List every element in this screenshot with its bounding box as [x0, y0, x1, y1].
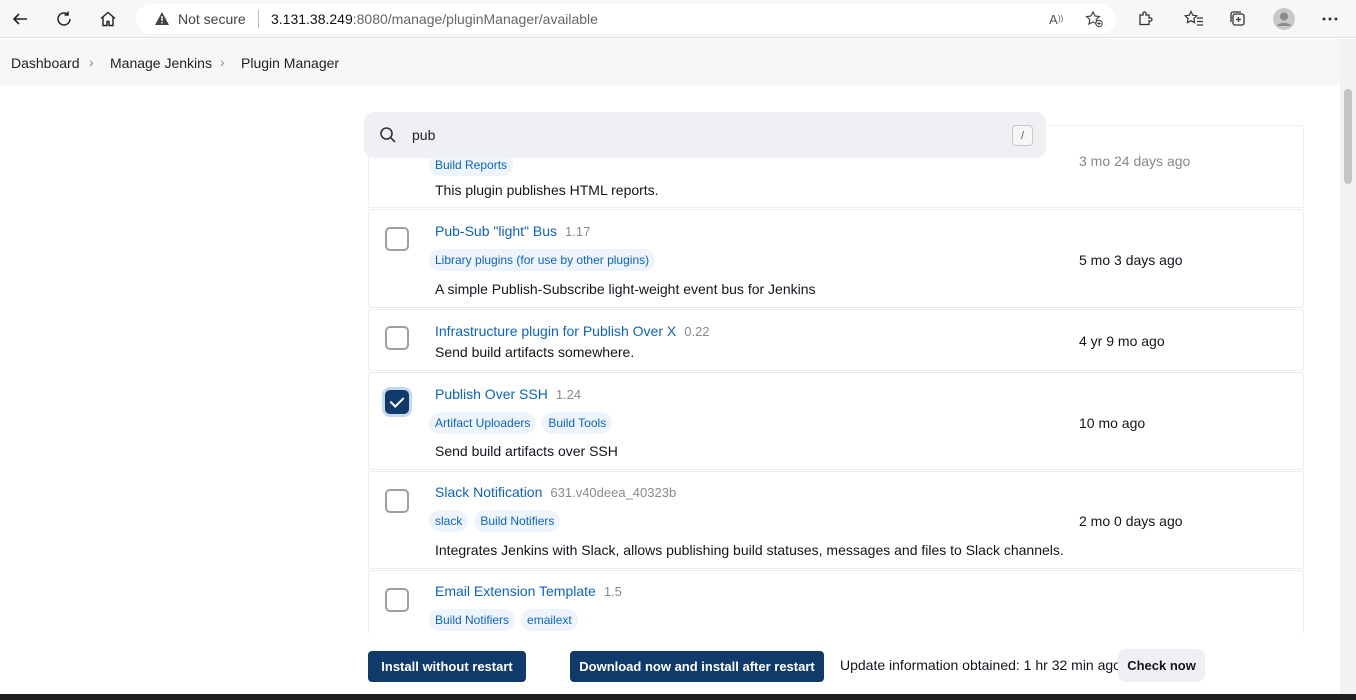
plugin-row: Email Extension Template 1.5 Build Notifi…: [368, 570, 1304, 633]
plugin-row: Slack Notification 631.v40deea_40323b sla…: [368, 471, 1304, 569]
breadcrumb-dashboard[interactable]: Dashboard: [11, 55, 80, 71]
plugin-description: Send build artifacts over SSH: [435, 443, 618, 459]
plugin-install-checkbox-checked[interactable]: [385, 390, 409, 414]
plugin-release-date: 2 mo 0 days ago: [1079, 513, 1183, 529]
plugin-name-link[interactable]: Slack Notification 631.v40deea_40323b: [435, 484, 676, 500]
plugin-name-link[interactable]: Infrastructure plugin for Publish Over X…: [435, 323, 710, 339]
breadcrumb-chevron-icon: ›: [89, 54, 94, 70]
plugin-release-date: 5 mo 3 days ago: [1079, 252, 1183, 268]
url-path: :8080/manage/pluginManager/available: [352, 11, 598, 27]
search-icon: [379, 126, 397, 149]
plugin-tags: slack Build Notifiers: [429, 510, 561, 532]
security-label[interactable]: Not secure: [178, 11, 246, 27]
plugin-version: 1.5: [603, 584, 622, 599]
plugin-name: Pub-Sub "light" Bus: [435, 223, 558, 239]
collections-icon[interactable]: [1224, 5, 1252, 33]
url-host: 3.131.38.249: [271, 11, 353, 27]
plugin-tag[interactable]: Artifact Uploaders: [429, 412, 537, 434]
plugin-version: 1.17: [565, 224, 591, 239]
plugin-name: Publish Over SSH: [435, 386, 548, 402]
breadcrumb-chevron-icon: ›: [220, 54, 225, 70]
plugin-name-link[interactable]: Publish Over SSH 1.24: [435, 386, 581, 402]
svg-text:A: A: [1049, 12, 1058, 27]
home-icon[interactable]: [94, 5, 122, 33]
back-icon[interactable]: [6, 5, 34, 33]
plugin-name-link[interactable]: Email Extension Template 1.5: [435, 583, 622, 599]
plugin-version: 0.22: [684, 324, 710, 339]
plugin-row: Infrastructure plugin for Publish Over X…: [368, 309, 1304, 371]
plugin-tag[interactable]: Build Notifiers: [474, 510, 561, 532]
plugin-tag[interactable]: Build Tools: [542, 412, 613, 434]
plugin-release-date: 10 mo ago: [1079, 415, 1146, 431]
url-text[interactable]: 3.131.38.249:8080/manage/pluginManager/a…: [271, 11, 598, 27]
plugin-tag[interactable]: Build Notifiers: [429, 609, 516, 631]
plugin-install-checkbox[interactable]: [385, 326, 409, 350]
plugin-version: 631.v40deea_40323b: [550, 485, 677, 500]
extensions-icon[interactable]: [1131, 5, 1159, 33]
check-now-button[interactable]: Check now: [1118, 649, 1205, 682]
plugin-tags: Artifact Uploaders Build Tools: [429, 412, 613, 434]
plugin-name: Slack Notification: [435, 484, 543, 500]
profile-avatar-icon[interactable]: [1270, 5, 1298, 33]
plugin-release-date: 4 yr 9 mo ago: [1079, 333, 1165, 349]
plugin-install-checkbox[interactable]: [385, 489, 409, 513]
plugin-install-checkbox[interactable]: [385, 588, 409, 612]
add-favorite-icon[interactable]: [1084, 9, 1104, 29]
plugin-name: Infrastructure plugin for Publish Over X: [435, 323, 677, 339]
plugin-tags: Library plugins (for use by other plugin…: [429, 249, 656, 271]
plugin-tags: Build Notifiers emailext: [429, 609, 578, 631]
plugin-tag[interactable]: slack: [429, 510, 469, 532]
refresh-icon[interactable]: [50, 5, 78, 33]
breadcrumb: Dashboard › Manage Jenkins › Plugin Mana…: [0, 39, 1340, 85]
plugin-description: This plugin publishes HTML reports.: [435, 182, 659, 198]
search-input[interactable]: pub: [412, 127, 435, 143]
plugin-row: Pub-Sub "light" Bus 1.17 Library plugins …: [368, 209, 1304, 308]
warning-icon: [154, 11, 170, 31]
plugin-description: Send build artifacts somewhere.: [435, 344, 635, 360]
plugin-name-link[interactable]: Pub-Sub "light" Bus 1.17: [435, 223, 590, 239]
update-info-text: Update information obtained: 1 hr 32 min…: [840, 657, 1121, 673]
plugin-release-date: 3 mo 24 days ago: [1079, 153, 1191, 169]
download-install-after-restart-button[interactable]: Download now and install after restart: [570, 651, 824, 682]
plugin-install-checkbox[interactable]: [385, 227, 409, 251]
plugin-row: Publish Over SSH 1.24 Artifact Uploaders …: [368, 372, 1304, 470]
plugin-action-bar: Install without restart Download now and…: [0, 633, 1340, 694]
read-aloud-icon[interactable]: A)): [1048, 9, 1068, 29]
plugin-description: A simple Publish-Subscribe light-weight …: [435, 281, 816, 297]
breadcrumb-plugin-manager[interactable]: Plugin Manager: [241, 55, 339, 71]
page-scrollbar[interactable]: [1340, 39, 1356, 694]
plugin-list-area: pub / Build Reports This plugin publishe…: [0, 85, 1340, 633]
more-menu-icon[interactable]: [1316, 5, 1344, 33]
address-bar[interactable]: Not secure 3.131.38.249:8080/manage/plug…: [136, 4, 1116, 34]
svg-text:)): )): [1058, 14, 1064, 23]
scrollbar-thumb[interactable]: [1344, 89, 1352, 184]
plugin-search-bar[interactable]: pub /: [364, 112, 1046, 158]
browser-toolbar: Not secure 3.131.38.249:8080/manage/plug…: [0, 0, 1356, 38]
breadcrumb-manage-jenkins[interactable]: Manage Jenkins: [110, 55, 212, 71]
plugin-name: Email Extension Template: [435, 583, 596, 599]
favorites-icon[interactable]: [1180, 5, 1208, 33]
search-shortcut-hint: /: [1012, 125, 1033, 146]
plugin-description: Integrates Jenkins with Slack, allows pu…: [435, 542, 1064, 558]
install-without-restart-button[interactable]: Install without restart: [368, 651, 526, 682]
plugin-tag[interactable]: Library plugins (for use by other plugin…: [429, 249, 656, 271]
plugin-tag[interactable]: emailext: [521, 609, 578, 631]
address-separator: [258, 10, 259, 28]
taskbar-strip: [0, 694, 1356, 700]
plugin-version: 1.24: [555, 387, 582, 402]
